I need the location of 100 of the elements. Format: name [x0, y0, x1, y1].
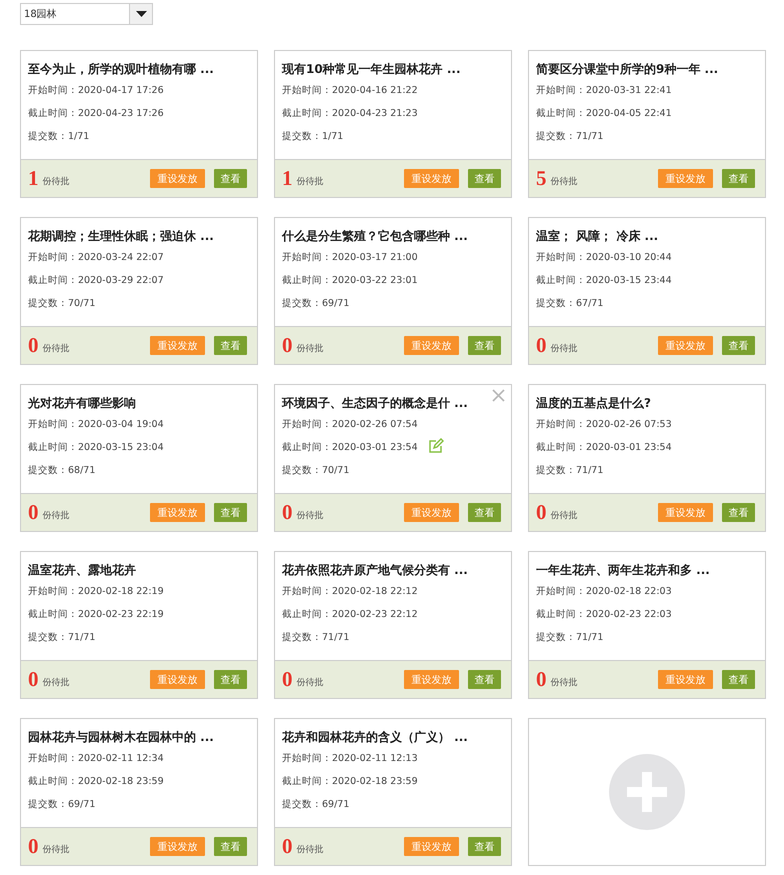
- assignment-title[interactable]: 温室； 风障； 冷床 ...: [536, 228, 758, 245]
- reset-button[interactable]: 重设发放: [658, 503, 713, 522]
- pending-label: 份待批: [42, 176, 70, 188]
- view-button[interactable]: 查看: [722, 169, 755, 188]
- reset-button[interactable]: 重设发放: [658, 169, 713, 188]
- pending-label: 份待批: [42, 844, 70, 856]
- pending-label: 份待批: [42, 510, 70, 522]
- reset-button[interactable]: 重设发放: [404, 503, 459, 522]
- assignment-info: 提交数：71/71: [536, 464, 604, 477]
- assignment-info: 截止时间：2020-02-18 23:59: [282, 775, 418, 788]
- pending-count: 0: [536, 335, 546, 356]
- add-icon[interactable]: [609, 754, 685, 830]
- reset-button[interactable]: 重设发放: [150, 503, 205, 522]
- assignment-info: 截止时间：2020-03-01 23:54: [536, 441, 672, 454]
- view-button[interactable]: 查看: [214, 670, 247, 689]
- view-button[interactable]: 查看: [468, 670, 501, 689]
- view-button[interactable]: 查看: [214, 169, 247, 188]
- assignment-info: 截止时间：2020-04-23 21:23: [282, 107, 418, 120]
- assignment-info: 提交数：67/71: [536, 297, 604, 310]
- view-button[interactable]: 查看: [468, 837, 501, 856]
- assignment-title[interactable]: 光对花卉有哪些影响: [28, 395, 250, 412]
- pending-count: 1: [282, 168, 292, 189]
- view-button[interactable]: 查看: [468, 336, 501, 355]
- assignment-info: 开始时间：2020-04-17 17:26: [28, 84, 164, 97]
- assignment-info: 提交数：69/71: [282, 297, 350, 310]
- pending-label: 份待批: [550, 676, 578, 689]
- pending-count: 0: [282, 669, 292, 690]
- view-button[interactable]: 查看: [468, 503, 501, 522]
- pending-count: 0: [282, 836, 292, 857]
- assignment-info: 开始时间：2020-03-10 20:44: [536, 251, 672, 264]
- close-icon[interactable]: [492, 389, 505, 402]
- assignment-info: 提交数：70/71: [28, 297, 96, 310]
- assignment-info: 截止时间：2020-03-15 23:44: [536, 274, 672, 287]
- assignment-info: 截止时间：2020-03-22 23:01: [282, 274, 418, 287]
- reset-button[interactable]: 重设发放: [150, 169, 205, 188]
- assignment-info: 开始时间：2020-02-11 12:34: [28, 752, 164, 765]
- assignment-info: 开始时间：2020-02-18 22:19: [28, 585, 164, 598]
- reset-button[interactable]: 重设发放: [658, 670, 713, 689]
- assignment-info: 开始时间：2020-02-18 22:12: [282, 585, 418, 598]
- assignment-info: 截止时间：2020-02-23 22:03: [536, 608, 672, 621]
- assignment-title[interactable]: 现有10种常见一年生园林花卉 ...: [282, 61, 504, 78]
- assignment-info: 提交数：71/71: [282, 631, 350, 644]
- assignment-title[interactable]: 一年生花卉、两年生花卉和多 ...: [536, 562, 758, 579]
- view-button[interactable]: 查看: [722, 670, 755, 689]
- assignment-info: 提交数：70/71: [282, 464, 350, 477]
- assignment-info: 截止时间：2020-02-23 22:12: [282, 608, 418, 621]
- reset-button[interactable]: 重设发放: [150, 837, 205, 856]
- view-button[interactable]: 查看: [722, 503, 755, 522]
- pending-label: 份待批: [550, 176, 578, 188]
- assignment-title[interactable]: 花卉和园林花卉的含义（广义） ...: [282, 729, 504, 746]
- view-button[interactable]: 查看: [468, 169, 501, 188]
- assignment-title[interactable]: 简要区分课堂中所学的9种一年 ...: [536, 61, 758, 78]
- pending-count: 0: [282, 335, 292, 356]
- assignment-info: 截止时间：2020-02-23 22:19: [28, 608, 164, 621]
- assignment-info: 开始时间：2020-02-26 07:53: [536, 418, 672, 431]
- view-button[interactable]: 查看: [214, 503, 247, 522]
- reset-button[interactable]: 重设发放: [150, 670, 205, 689]
- assignment-info: 提交数：71/71: [536, 631, 604, 644]
- reset-button[interactable]: 重设发放: [404, 336, 459, 355]
- pending-count: 5: [536, 168, 546, 189]
- pending-count: 0: [536, 502, 546, 523]
- assignment-info: 提交数：69/71: [282, 798, 350, 811]
- assignment-title[interactable]: 温度的五基点是什么?: [536, 395, 758, 412]
- view-button[interactable]: 查看: [214, 336, 247, 355]
- assignment-info: 提交数：1/71: [28, 130, 90, 143]
- pending-label: 份待批: [42, 676, 70, 689]
- view-button[interactable]: 查看: [722, 336, 755, 355]
- reset-button[interactable]: 重设发放: [404, 670, 459, 689]
- assignment-info: 开始时间：2020-02-18 22:03: [536, 585, 672, 598]
- assignment-info: 开始时间：2020-02-26 07:54: [282, 418, 418, 431]
- assignment-title[interactable]: 花期调控；生理性休眠；强迫休 ...: [28, 228, 250, 245]
- view-button[interactable]: 查看: [214, 837, 247, 856]
- pending-label: 份待批: [550, 510, 578, 522]
- assignment-title[interactable]: 什么是分生繁殖？它包含哪些种 ...: [282, 228, 504, 245]
- pending-count: 0: [28, 502, 38, 523]
- pending-count: 0: [282, 502, 292, 523]
- assignment-title[interactable]: 花卉依照花卉原产地气候分类有 ...: [282, 562, 504, 579]
- assignment-title[interactable]: 温室花卉、露地花卉: [28, 562, 250, 579]
- reset-button[interactable]: 重设发放: [404, 169, 459, 188]
- assignment-info: 开始时间：2020-02-11 12:13: [282, 752, 418, 765]
- assignment-info: 截止时间：2020-04-23 17:26: [28, 107, 164, 120]
- assignment-info: 截止时间：2020-04-05 22:41: [536, 107, 672, 120]
- class-select[interactable]: 18园林: [20, 3, 153, 25]
- assignment-info: 开始时间：2020-03-04 19:04: [28, 418, 164, 431]
- assignment-title[interactable]: 环境因子、生态因子的概念是什 ...: [282, 395, 504, 412]
- assignment-info: 提交数：71/71: [28, 631, 96, 644]
- pending-count: 1: [28, 168, 38, 189]
- assignment-info: 开始时间：2020-03-24 22:07: [28, 251, 164, 264]
- reset-button[interactable]: 重设发放: [150, 336, 205, 355]
- reset-button[interactable]: 重设发放: [404, 837, 459, 856]
- add-card[interactable]: [528, 718, 766, 866]
- dropdown-arrow-icon: [136, 11, 146, 17]
- assignment-info: 截止时间：2020-03-15 23:04: [28, 441, 164, 454]
- pending-label: 份待批: [296, 176, 324, 188]
- reset-button[interactable]: 重设发放: [658, 336, 713, 355]
- assignment-info: 提交数：1/71: [282, 130, 344, 143]
- edit-icon[interactable]: [428, 438, 444, 454]
- assignment-title[interactable]: 至今为止，所学的观叶植物有哪 ...: [28, 61, 250, 78]
- pending-count: 0: [536, 669, 546, 690]
- assignment-title[interactable]: 园林花卉与园林树木在园林中的 ...: [28, 729, 250, 746]
